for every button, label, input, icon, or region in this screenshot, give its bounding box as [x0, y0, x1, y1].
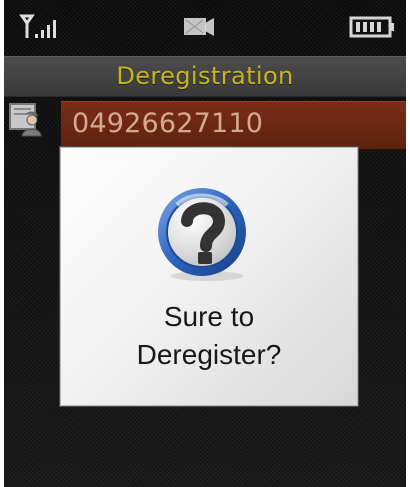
dialog-message: Sure to Deregister?	[61, 298, 357, 374]
video-or-media-icon	[184, 18, 214, 36]
status-bar	[4, 0, 406, 52]
signal-strength-icon	[19, 14, 56, 38]
screen-title-bar: Deregistration	[4, 56, 406, 97]
dialog-message-line-1: Sure to	[163, 301, 255, 332]
contact-card-icon	[9, 103, 42, 137]
screen-title: Deregistration	[116, 62, 294, 90]
registration-list-item[interactable]: 04926627110	[4, 101, 406, 150]
question-mark-icon	[158, 188, 246, 281]
battery-icon	[349, 16, 394, 38]
phone-screen: Deregistration 04926627110 Sure to Dereg…	[4, 0, 406, 487]
selected-phone-number[interactable]: 04926627110	[61, 101, 406, 150]
phone-number-text: 04926627110	[72, 108, 264, 139]
deregistration-confirm-dialog: Sure to Deregister?	[60, 147, 358, 406]
dialog-message-line-2: Deregister?	[136, 339, 282, 370]
